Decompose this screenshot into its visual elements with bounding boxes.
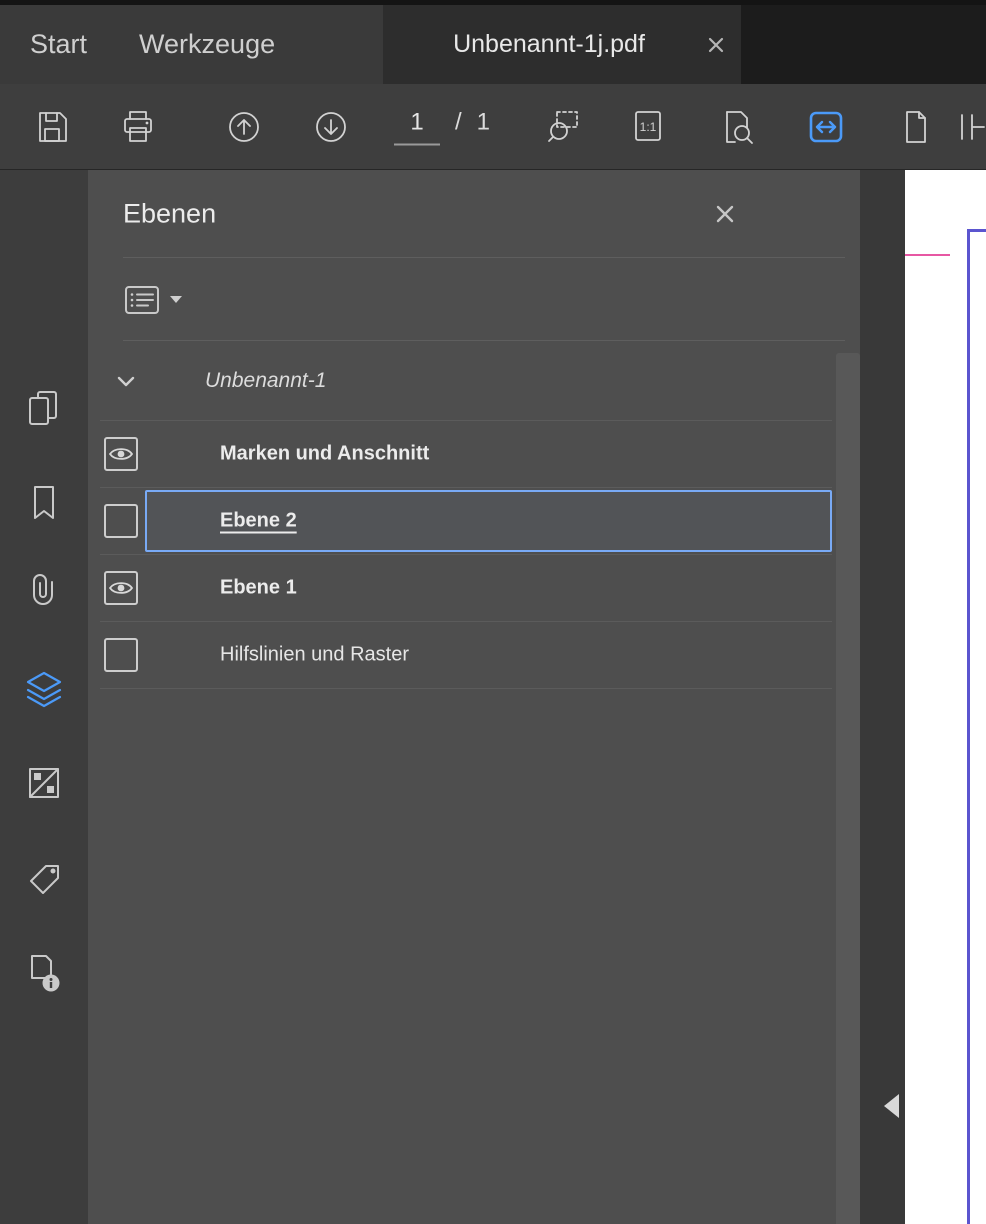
panel-options-button[interactable] xyxy=(123,284,182,316)
document-canvas-gutter xyxy=(860,170,905,1224)
actual-size-icon: 1:1 xyxy=(635,110,661,141)
marquee-zoom-button[interactable] xyxy=(541,105,585,149)
collapse-panel-arrow-icon[interactable] xyxy=(884,1094,899,1118)
layer-visibility-toggle[interactable] xyxy=(104,571,138,605)
layers-button[interactable] xyxy=(21,667,67,713)
bookmarks-button[interactable] xyxy=(21,480,67,526)
layer-row-marken[interactable]: Marken und Anschnitt xyxy=(100,421,832,488)
document-tab[interactable]: Unbenannt-1j.pdf xyxy=(383,5,741,84)
collapse-chevron-icon[interactable] xyxy=(113,368,139,394)
layers-icon xyxy=(26,671,62,708)
page-info-icon xyxy=(31,955,60,992)
page-preview-zoom-button[interactable] xyxy=(715,105,759,149)
page-icon xyxy=(906,110,926,143)
tab-bar: Start Werkzeuge Unbenannt-1j.pdf xyxy=(0,0,986,84)
page-thumbnails-button[interactable] xyxy=(21,385,67,431)
tab-start[interactable]: Start xyxy=(30,29,87,60)
eye-icon xyxy=(108,582,134,594)
printer-icon xyxy=(124,110,152,142)
arrow-down-circle-icon xyxy=(316,111,346,142)
page-up-button[interactable] xyxy=(222,105,266,149)
layer-label: Ebene 1 xyxy=(220,576,297,599)
close-panel-icon[interactable] xyxy=(710,199,740,229)
layer-visibility-toggle[interactable] xyxy=(104,638,138,672)
tags-button[interactable] xyxy=(21,857,67,903)
fit-width-button[interactable] xyxy=(804,105,848,149)
page-number-field: 1 / 1 xyxy=(394,108,490,145)
main-tabs: Start Werkzeuge xyxy=(0,5,383,84)
attachments-button[interactable] xyxy=(21,569,67,615)
layers-root-row[interactable]: Unbenannt-1 xyxy=(100,341,832,421)
layer-visibility-toggle[interactable] xyxy=(104,437,138,471)
panel-title: Ebenen xyxy=(123,198,217,229)
options-list-icon xyxy=(125,285,159,314)
tag-icon xyxy=(30,865,59,894)
layer-label: Marken und Anschnitt xyxy=(220,442,430,465)
navigation-sidebar xyxy=(0,170,88,1224)
close-document-icon[interactable] xyxy=(703,32,729,58)
bookmark-icon xyxy=(34,486,54,519)
page-total: 1 xyxy=(476,108,491,135)
page-frame-border-horizontal xyxy=(967,229,986,232)
tab-tools[interactable]: Werkzeuge xyxy=(139,29,275,60)
page-separator: / xyxy=(455,108,462,135)
order-button[interactable] xyxy=(21,760,67,806)
panel-options-row xyxy=(88,258,860,341)
model-tree-button[interactable] xyxy=(21,950,67,996)
quick-toolbar: 1 / 1 1:1 xyxy=(0,84,986,170)
page-frame-border-vertical xyxy=(967,229,970,1224)
chevron-down-icon xyxy=(170,296,182,303)
pages-icon xyxy=(29,391,57,425)
layers-tree: Unbenannt-1 Marken und Anschnitt Ebene 2 xyxy=(88,341,860,1224)
document-root-label: Unbenannt-1 xyxy=(205,368,327,392)
layer-visibility-toggle[interactable] xyxy=(104,504,138,538)
layer-row-hilfslinien[interactable]: Hilfslinien und Raster xyxy=(100,622,832,689)
actual-size-button[interactable]: 1:1 xyxy=(626,105,670,149)
bleed-mark-line xyxy=(905,254,950,256)
paperclip-icon xyxy=(33,574,53,605)
layer-label: Ebene 2 xyxy=(220,509,297,532)
actual-size-label: 1:1 xyxy=(640,120,657,134)
print-button[interactable] xyxy=(116,105,160,149)
fit-width-icon xyxy=(809,111,843,142)
page-number-input[interactable]: 1 xyxy=(394,108,440,145)
clipped-toolbar-button[interactable] xyxy=(958,105,986,149)
layer-label: Hilfslinien und Raster xyxy=(220,643,409,666)
clipped-tool-icon xyxy=(961,113,985,140)
eye-icon xyxy=(108,448,134,460)
page-magnifier-icon xyxy=(726,110,753,144)
arrow-up-circle-icon xyxy=(229,111,259,142)
document-page xyxy=(905,170,986,1224)
marquee-zoom-icon xyxy=(548,110,578,142)
acrobat-window: Start Werkzeuge Unbenannt-1j.pdf 1 / 1 1… xyxy=(0,0,986,1224)
layer-row-ebene1[interactable]: Ebene 1 xyxy=(100,555,832,622)
document-tab-title: Unbenannt-1j.pdf xyxy=(453,30,645,58)
page-down-button[interactable] xyxy=(309,105,353,149)
layers-panel-header: Ebenen xyxy=(88,170,860,258)
save-button[interactable] xyxy=(30,105,74,149)
layer-row-ebene2[interactable]: Ebene 2 xyxy=(100,488,832,555)
single-page-button[interactable] xyxy=(893,105,937,149)
panel-scrollbar[interactable] xyxy=(836,353,860,1224)
save-icon xyxy=(39,111,67,142)
order-icon xyxy=(29,768,59,798)
layers-panel: Ebenen Unbenannt-1 Marken und Anschnitt … xyxy=(88,170,860,1224)
